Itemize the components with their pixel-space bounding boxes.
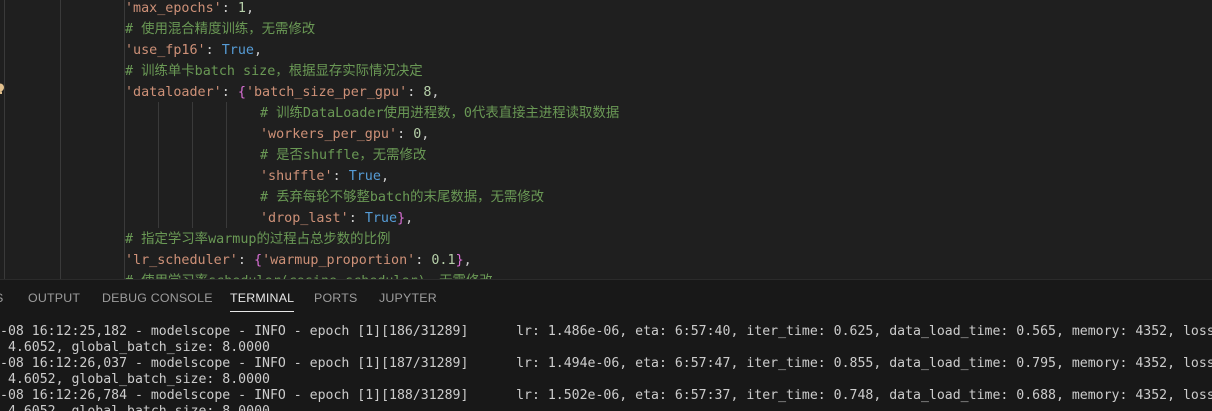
indent-guide [226,102,227,228]
tab-problems[interactable]: S [0,280,3,316]
panel-tab-bar: S OUTPUT DEBUG CONSOLE TERMINAL PORTS JUPYTER [0,280,1212,316]
code-token: 'warmup_proportion' [262,253,416,268]
code-token: { [237,85,246,100]
code-line[interactable]: 'drop_last': True}, [260,208,413,229]
code-editor[interactable]: 'max_epochs': 1, # 使用混合精度训练，无需修改 'use_fp16… [0,0,1212,279]
tab-ports[interactable]: PORTS [314,280,357,316]
code-token: : [237,253,254,268]
terminal-line: -08 16:12:25,182 - modelscope - INFO - e… [0,324,1212,339]
code-token: True [364,211,398,226]
code-line[interactable]: # 是否shuffle，无需修改 [260,145,426,166]
code-token: : [221,85,238,100]
terminal-line: -08 16:12:26,037 - modelscope - INFO - e… [0,356,1212,371]
code-comment: # 训练DataLoader使用进程数，0代表直接主进程读取数据 [260,106,620,121]
terminal-line: -08 16:12:26,784 - modelscope - INFO - e… [0,388,1212,403]
code-token: : [332,169,349,184]
code-token: : [221,1,238,16]
code-line[interactable]: # 使用混合精度训练，无需修改 [125,19,315,40]
code-token: : [415,253,432,268]
code-line[interactable]: 'dataloader': {'batch_size_per_gpu': 8, [125,82,439,103]
code-token: 'shuffle' [260,169,333,184]
indent-guide [4,0,5,279]
code-token: 'lr_scheduler' [125,253,238,268]
code-token: , [463,253,472,268]
code-token: } [455,253,464,268]
code-line[interactable]: 'lr_scheduler': {'warmup_proportion': 0.… [125,250,472,271]
code-comment: # 是否shuffle，无需修改 [260,148,427,163]
code-token: } [397,211,406,226]
code-line[interactable]: # 丢弃每轮不够整batch的末尾数据，无需修改 [260,187,544,208]
code-line[interactable]: # 指定学习率warmup的过程占总步数的比例 [125,229,390,250]
terminal-output[interactable]: -08 16:12:25,182 - modelscope - INFO - e… [0,316,1212,411]
code-token: , [405,211,414,226]
code-token: 'batch_size_per_gpu' [245,85,408,100]
code-token: , [380,169,389,184]
tab-output[interactable]: OUTPUT [28,280,80,316]
code-line[interactable]: 'shuffle': True, [260,166,389,187]
terminal-line: 4.6052, global_batch_size: 8.0000 [0,372,270,387]
terminal-line: 4.6052, global_batch_size: 8.0000 [0,404,270,411]
indent-guide [158,102,159,228]
code-line[interactable]: 'workers_per_gpu': 0, [260,124,429,145]
lightbulb-icon[interactable] [0,83,5,95]
code-comment: # 训练单卡batch size，根据显存实际情况决定 [125,64,423,79]
terminal-line: 4.6052, global_batch_size: 8.0000 [0,340,270,355]
code-token: 1 [237,1,246,16]
code-token: 'dataloader' [125,85,222,100]
indent-guide [60,0,61,279]
code-token: True [221,43,254,58]
code-token: 'workers_per_gpu' [260,127,398,142]
tab-jupyter[interactable]: JUPYTER [379,280,437,316]
code-comment: # 使用混合精度训练，无需修改 [125,22,316,37]
code-token: 'max_epochs' [125,1,222,16]
code-line[interactable]: # 使用学习率scheduler(cosine_scheduler)，无需修改 [125,271,493,279]
code-line[interactable]: 'use_fp16': True, [125,40,262,61]
tab-debug-console[interactable]: DEBUG CONSOLE [102,280,213,316]
indent-guide [192,102,193,228]
code-comment: # 指定学习率warmup的过程占总步数的比例 [125,232,391,247]
code-token: , [421,127,430,142]
code-token: { [254,253,263,268]
code-token: : [407,85,424,100]
code-line[interactable]: # 训练DataLoader使用进程数，0代表直接主进程读取数据 [260,103,619,124]
code-comment: # 丢弃每轮不够整batch的末尾数据，无需修改 [260,190,545,205]
code-token: , [431,85,440,100]
code-line[interactable]: 'max_epochs': 1, [125,0,254,19]
code-token: : [205,43,222,58]
code-token: 'drop_last' [260,211,349,226]
code-token: , [245,1,254,16]
tab-terminal[interactable]: TERMINAL [230,280,295,316]
code-token: True [348,169,381,184]
code-token: : [348,211,365,226]
code-token: , [254,43,263,58]
code-line[interactable]: # 训练单卡batch size，根据显存实际情况决定 [125,61,423,82]
code-token: 'use_fp16' [125,43,206,58]
code-token: 0.1 [431,253,456,268]
code-token: : [397,127,414,142]
